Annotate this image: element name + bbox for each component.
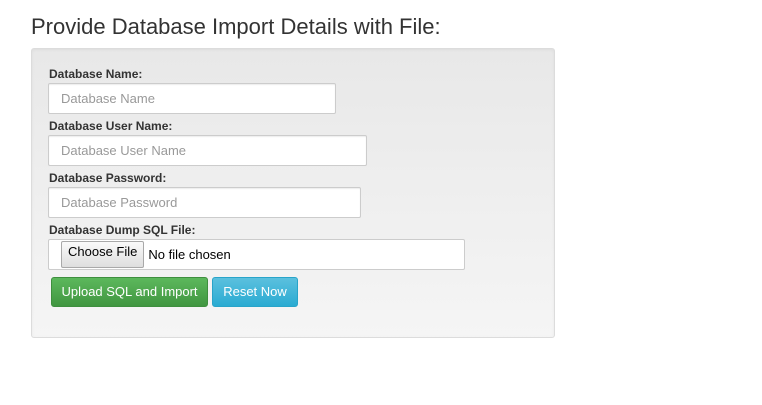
database-user-name-label: Database User Name: [49,119,173,133]
database-password-label: Database Password: [49,171,167,185]
reset-now-button[interactable]: Reset Now [212,277,298,307]
database-password-input[interactable] [48,187,361,218]
choose-file-button[interactable]: Choose File [61,241,145,268]
sql-file-input[interactable]: Choose File No file chosen [48,239,465,270]
database-name-input[interactable] [48,83,336,114]
page: Provide Database Import Details with Fil… [0,0,762,405]
upload-sql-import-button[interactable]: Upload SQL and Import [51,277,208,307]
file-status-text: No file chosen [148,247,231,262]
database-name-label: Database Name: [49,67,143,81]
page-title: Provide Database Import Details with Fil… [31,14,441,39]
import-form: Database Name: Database User Name: Datab… [31,48,555,338]
database-user-name-input[interactable] [48,135,367,166]
database-dump-file-label: Database Dump SQL File: [49,223,196,237]
